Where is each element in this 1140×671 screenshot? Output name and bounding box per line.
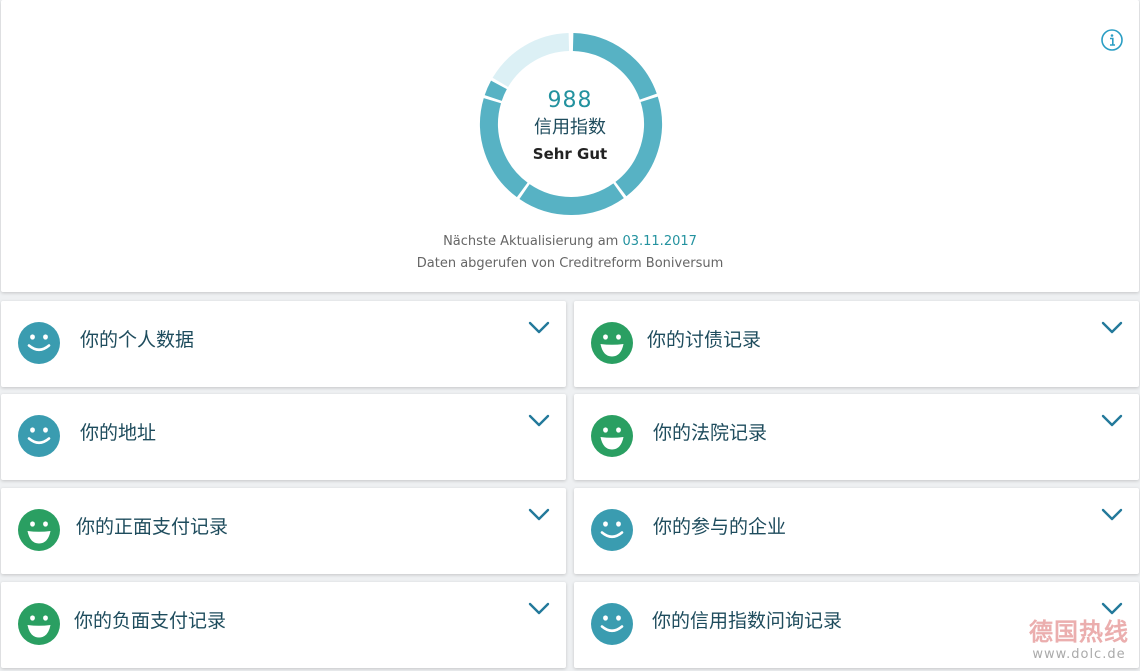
section-company-participations[interactable]: 你的参与的企业 [574,488,1139,574]
chevron-down-icon[interactable] [1101,321,1123,335]
watermark-url: www.dolc.de [1032,647,1126,662]
credit-score-card: 988 信用指数 Sehr Gut Nächste Aktualisierung… [1,0,1139,292]
next-update-line: Nächste Aktualisierung am 03.11.2017 [1,234,1139,249]
section-title: 你的讨债记录 [647,329,762,351]
smiley-face-icon [591,603,633,645]
section-court-records[interactable]: 你的法院记录 [574,394,1139,480]
smiley-face-icon [591,509,633,551]
section-title: 你的信用指数问询记录 [652,610,843,632]
score-label: 信用指数 [534,117,606,138]
data-source-line: Daten abgerufen von Creditreform Boniver… [416,256,724,271]
smiley-face-icon [591,415,633,457]
smiley-face-icon [18,603,60,645]
update-date: 03.11.2017 [622,234,697,249]
chevron-down-icon[interactable] [528,414,550,428]
section-personal-data[interactable]: 你的个人数据 [1,301,566,387]
section-title: 你的地址 [80,422,157,444]
score-rating: Sehr Gut [532,145,608,163]
smiley-face-icon [18,509,60,551]
section-title: 你的参与的企业 [653,516,787,538]
chevron-down-icon[interactable] [528,602,550,616]
gauge-segment-empty [492,33,570,88]
watermark-main: 德国热线 [1029,618,1129,646]
gauge-segment-filled [519,183,624,215]
chevron-down-icon[interactable] [1101,508,1123,522]
info-icon[interactable] [1101,29,1123,51]
section-debt-collection[interactable]: 你的讨债记录 [574,301,1139,387]
smiley-face-icon [18,415,60,457]
chevron-down-icon[interactable] [1101,602,1123,616]
section-title: 你的负面支付记录 [74,610,227,632]
section-title: 你的正面支付记录 [76,516,229,538]
smiley-face-icon [591,322,633,364]
section-title: 你的个人数据 [80,329,195,351]
section-address[interactable]: 你的地址 [1,394,566,480]
smiley-face-icon [18,322,60,364]
section-title: 你的法院记录 [653,422,768,444]
score-value: 988 [547,88,593,113]
section-positive-payments[interactable]: 你的正面支付记录 [1,488,566,574]
watermark: 德国热线 www.dolc.de [1022,618,1136,664]
update-prefix: Nächste Aktualisierung am [443,234,623,249]
chevron-down-icon[interactable] [528,508,550,522]
chevron-down-icon[interactable] [528,321,550,335]
gauge-center: 988 信用指数 Sehr Gut [470,86,670,166]
chevron-down-icon[interactable] [1101,414,1123,428]
section-negative-payments[interactable]: 你的负面支付记录 [1,582,566,668]
